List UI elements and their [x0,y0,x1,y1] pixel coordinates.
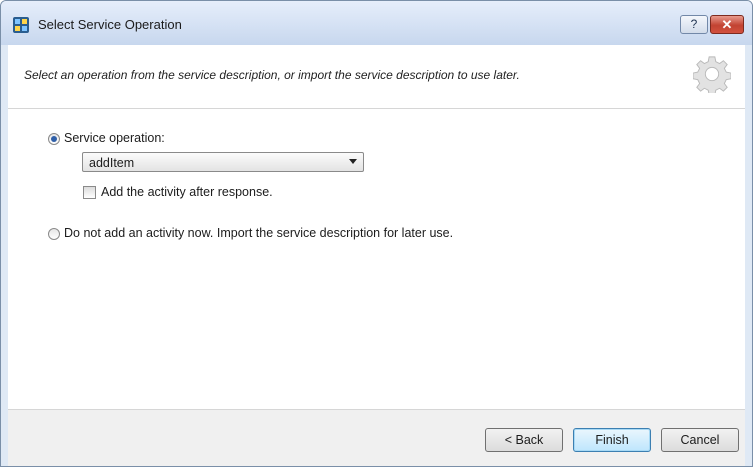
help-icon: ? [690,17,698,31]
add-after-response-label[interactable]: Add the activity after response. [101,185,273,199]
service-operation-radio[interactable] [48,133,60,145]
finish-button[interactable]: Finish [573,428,651,452]
back-button[interactable]: < Back [485,428,563,452]
add-after-response-checkbox[interactable] [83,186,96,199]
header-description: Select an operation from the service des… [24,68,520,82]
window-title: Select Service Operation [38,17,182,32]
close-button[interactable]: ✕ [710,15,744,34]
chevron-down-icon [349,159,357,164]
app-icon [13,17,29,33]
import-only-radio[interactable] [48,228,60,240]
help-button[interactable]: ? [680,15,708,34]
title-bar[interactable]: Select Service Operation ? ✕ [1,1,752,45]
operation-combo-value: addItem [89,156,135,170]
service-operation-label[interactable]: Service operation: [64,131,165,145]
gear-icon [693,56,731,93]
header-banner: Select an operation from the service des… [8,45,745,109]
cancel-button[interactable]: Cancel [661,428,739,452]
dialog-window: Select Service Operation ? ✕ Select an o… [0,0,753,467]
operation-combo[interactable]: addItem [82,152,364,172]
close-icon: ✕ [721,17,733,32]
import-only-label[interactable]: Do not add an activity now. Import the s… [64,226,453,240]
content-panel: Service operation: addItem Add the activ… [8,109,745,409]
footer-bar: < Back Finish Cancel [8,409,745,466]
